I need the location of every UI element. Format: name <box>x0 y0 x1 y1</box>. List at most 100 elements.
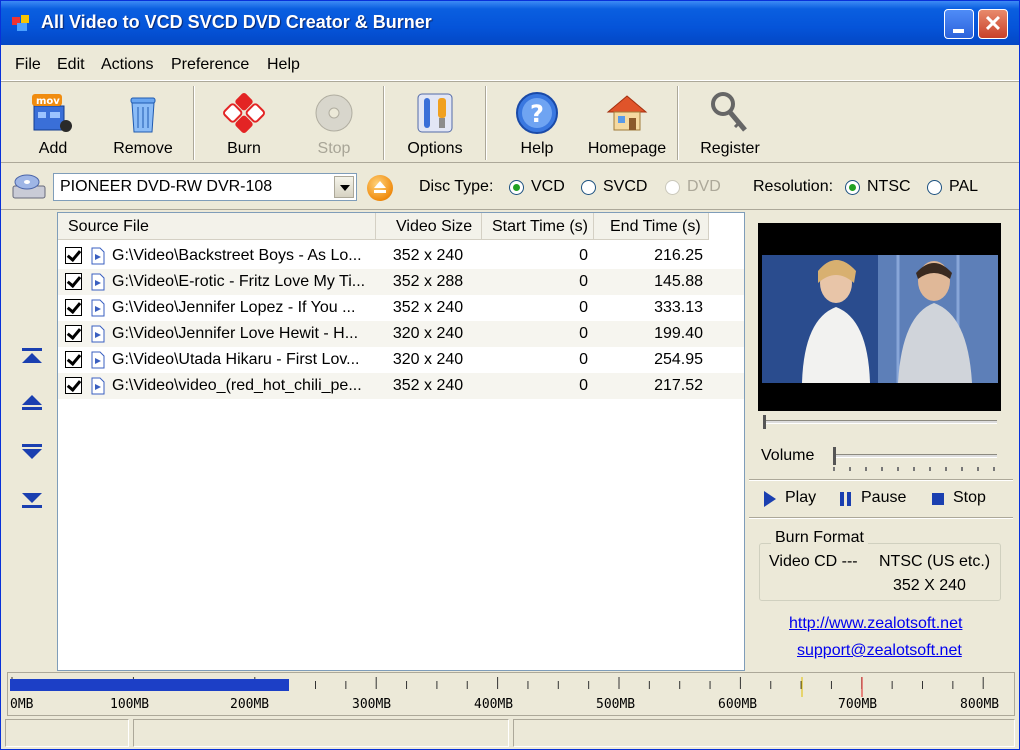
menu-edit[interactable]: Edit <box>57 56 85 74</box>
source-file-cell: G:\Video\E-rotic - Fritz Love My Ti... <box>112 273 366 290</box>
source-file-cell: G:\Video\Utada Hikaru - First Lov... <box>112 351 360 368</box>
menu-bar: File Edit Actions Preference Help <box>1 49 1019 81</box>
capacity-label: 100MB <box>110 697 150 712</box>
disc-type-vcd-radio[interactable]: VCD <box>509 178 565 196</box>
video-size-cell: 352 x 240 <box>392 377 464 394</box>
menu-preference[interactable]: Preference <box>171 56 249 74</box>
options-button[interactable]: Options <box>399 84 471 162</box>
table-row[interactable]: G:\Video\Jennifer Love Hewit - H... 320 … <box>58 321 744 347</box>
order-controls <box>1 211 57 671</box>
home-icon <box>606 95 648 131</box>
pause-button[interactable]: Pause <box>839 489 906 507</box>
volume-slider-thumb[interactable] <box>833 447 836 465</box>
play-button[interactable]: Play <box>763 489 816 507</box>
column-header-label: Start Time (s) <box>492 218 589 235</box>
drive-select-value: PIONEER DVD-RW DVR-108 <box>60 178 273 195</box>
move-up-icon[interactable] <box>19 391 45 413</box>
burn-format-resolution: 352 X 240 <box>893 577 966 594</box>
disc-type-svcd-radio[interactable]: SVCD <box>581 178 647 196</box>
table-row[interactable]: G:\Video\video_(red_hot_chili_pe... 352 … <box>58 373 744 399</box>
end-time-cell: 145.88 <box>654 273 703 290</box>
move-bottom-icon[interactable] <box>19 489 45 511</box>
table-row[interactable]: G:\Video\E-rotic - Fritz Love My Ti... 3… <box>58 269 744 295</box>
capacity-label: 200MB <box>230 697 270 712</box>
seek-slider-thumb[interactable] <box>763 415 766 429</box>
minimize-button[interactable] <box>944 9 974 39</box>
table-row[interactable]: G:\Video\Jennifer Lopez - If You ... 352… <box>58 295 744 321</box>
homepage-label: Homepage <box>587 140 667 157</box>
support-email-link[interactable]: support@zealotsoft.net <box>797 642 962 660</box>
video-file-icon <box>91 247 105 265</box>
start-time-cell: 0 <box>579 351 588 368</box>
video-file-icon <box>91 377 105 395</box>
table-row[interactable]: G:\Video\Backstreet Boys - As Lo... 352 … <box>58 243 744 269</box>
row-checkbox[interactable] <box>65 351 82 368</box>
start-time-cell: 0 <box>579 273 588 290</box>
options-icon <box>417 93 453 133</box>
resolution-ntsc-radio[interactable]: NTSC <box>845 178 911 196</box>
toolbar-separator <box>383 86 385 160</box>
menu-actions[interactable]: Actions <box>101 56 153 74</box>
resolution-pal-radio[interactable]: PAL <box>927 178 978 196</box>
burn-button[interactable]: Burn <box>211 84 277 162</box>
stop-icon <box>931 491 945 512</box>
key-icon <box>711 92 747 132</box>
disc-capacity-bar: 0MB 100MB 200MB 300MB 400MB 500MB 600MB … <box>7 672 1015 716</box>
capacity-used-fill <box>10 679 289 691</box>
row-checkbox[interactable] <box>65 325 82 342</box>
stop-burn-button[interactable]: Stop <box>301 84 367 162</box>
seek-slider[interactable] <box>763 420 997 424</box>
column-header-start-time[interactable]: Start Time (s) <box>482 213 594 240</box>
move-top-icon[interactable] <box>19 345 45 367</box>
row-checkbox[interactable] <box>65 377 82 394</box>
menu-file[interactable]: File <box>15 56 41 74</box>
drive-select[interactable]: PIONEER DVD-RW DVR-108 <box>53 173 357 201</box>
eject-icon[interactable] <box>367 175 393 201</box>
end-time-cell: 199.40 <box>654 325 703 342</box>
register-button[interactable]: Register <box>693 84 767 162</box>
disc-icon <box>315 94 353 132</box>
website-link[interactable]: http://www.zealotsoft.net <box>789 615 962 633</box>
burn-format-type: Video CD --- <box>769 553 858 570</box>
homepage-button[interactable]: Homepage <box>583 84 671 162</box>
video-frame-image <box>758 223 1001 411</box>
source-file-list[interactable]: Source File Video Size Start Time (s) En… <box>57 212 745 671</box>
stop-button[interactable]: Stop <box>931 489 986 507</box>
row-checkbox[interactable] <box>65 299 82 316</box>
stop-label: Stop <box>317 140 351 157</box>
move-down-icon[interactable] <box>19 441 45 463</box>
disc-type-label: Disc Type: <box>419 178 494 195</box>
row-checkbox[interactable] <box>65 273 82 290</box>
capacity-label: 500MB <box>596 697 636 712</box>
remove-button[interactable]: Remove <box>105 84 181 162</box>
close-button[interactable]: ✕ <box>978 9 1008 39</box>
toolbar-separator <box>193 86 195 160</box>
title-bar[interactable]: All Video to VCD SVCD DVD Creator & Burn… <box>1 1 1019 45</box>
options-label: Options <box>407 140 463 157</box>
status-cell <box>513 719 1015 747</box>
column-header-end-time[interactable]: End Time (s) <box>594 213 709 240</box>
column-header-source[interactable]: Source File <box>58 213 376 240</box>
capacity-label: 700MB <box>838 697 878 712</box>
divider <box>749 479 1013 481</box>
column-header-label: End Time (s) <box>610 218 701 235</box>
disc-type-dvd-radio: DVD <box>665 178 721 196</box>
play-icon <box>763 491 777 512</box>
start-time-cell: 0 <box>579 377 588 394</box>
row-checkbox[interactable] <box>65 247 82 264</box>
capacity-label: 800MB <box>960 697 1000 712</box>
volume-slider[interactable] <box>833 454 997 458</box>
add-button[interactable]: mov Add <box>19 84 87 162</box>
table-row[interactable]: G:\Video\Utada Hikaru - First Lov... 320… <box>58 347 744 373</box>
chevron-down-icon[interactable] <box>334 176 354 198</box>
help-icon: ? <box>516 92 558 134</box>
video-file-icon <box>91 299 105 317</box>
column-header-label: Source File <box>68 218 149 235</box>
app-window: All Video to VCD SVCD DVD Creator & Burn… <box>0 0 1020 750</box>
column-header-video-size[interactable]: Video Size <box>376 213 482 240</box>
add-video-icon: mov <box>32 94 72 132</box>
status-cell <box>133 719 509 747</box>
menu-help[interactable]: Help <box>267 56 300 74</box>
register-label: Register <box>700 140 760 157</box>
help-button[interactable]: ? Help <box>505 84 569 162</box>
